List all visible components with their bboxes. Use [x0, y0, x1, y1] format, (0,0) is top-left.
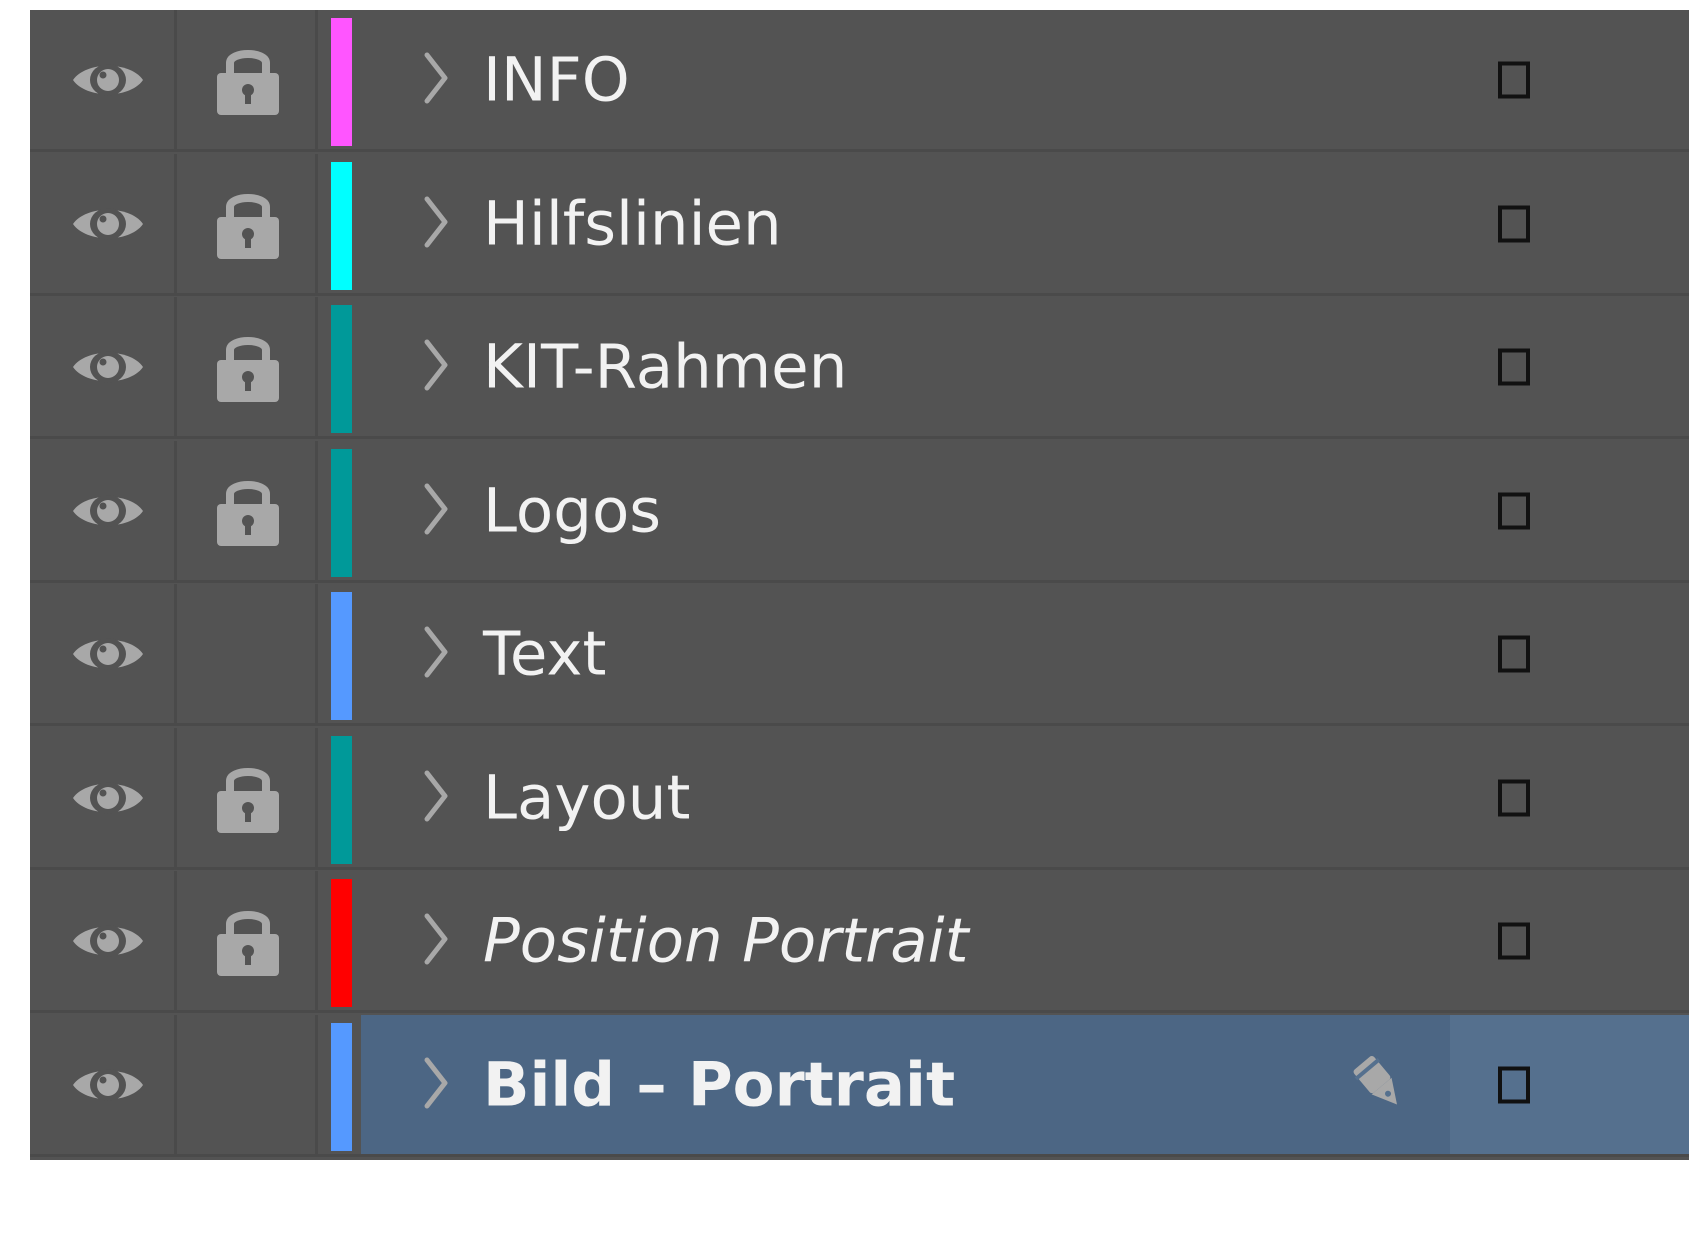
layer-name: Text	[483, 618, 607, 689]
layer-color-swatch	[331, 736, 352, 864]
layer-name-area[interactable]: Position Portrait	[361, 871, 1689, 1010]
layer-name-area[interactable]: Bild – Portrait	[361, 1015, 1689, 1154]
layer-row[interactable]: Text	[30, 584, 1689, 726]
target-column	[1450, 584, 1689, 723]
lock-toggle[interactable]	[180, 871, 318, 1010]
layer-row[interactable]: INFO	[30, 10, 1689, 152]
chevron-right-icon[interactable]	[421, 912, 451, 970]
chevron-right-icon[interactable]	[421, 769, 451, 827]
layer-name-area[interactable]: Logos	[361, 441, 1689, 580]
layer-name-area[interactable]: KIT-Rahmen	[361, 297, 1689, 436]
lock-toggle[interactable]	[180, 728, 318, 867]
chevron-right-icon[interactable]	[421, 195, 451, 253]
layer-name-area[interactable]: Layout	[361, 728, 1689, 867]
target-column	[1450, 1015, 1689, 1154]
square-target-icon[interactable]	[1498, 348, 1530, 385]
layer-color-swatch	[331, 879, 352, 1007]
layer-color-swatch	[331, 305, 352, 433]
square-target-icon[interactable]	[1498, 922, 1530, 959]
layer-row[interactable]: Bild – Portrait	[30, 1015, 1689, 1157]
square-target-icon[interactable]	[1498, 635, 1530, 672]
layer-name-area[interactable]: Text	[361, 584, 1689, 723]
layer-name: Logos	[483, 475, 662, 546]
layer-row[interactable]: Hilfslinien	[30, 154, 1689, 296]
layer-name: Bild – Portrait	[483, 1049, 956, 1120]
chevron-right-icon[interactable]	[421, 338, 451, 396]
visibility-toggle[interactable]	[42, 871, 177, 1010]
visibility-toggle[interactable]	[42, 728, 177, 867]
visibility-toggle[interactable]	[42, 584, 177, 723]
layer-color-swatch	[331, 1023, 352, 1151]
lock-toggle[interactable]	[180, 1015, 318, 1154]
visibility-toggle[interactable]	[42, 1015, 177, 1154]
target-column	[1450, 728, 1689, 867]
visibility-toggle[interactable]	[42, 154, 177, 293]
layer-row[interactable]: Position Portrait	[30, 871, 1689, 1013]
visibility-toggle[interactable]	[42, 10, 177, 149]
square-target-icon[interactable]	[1498, 61, 1530, 98]
layer-name: INFO	[483, 44, 630, 115]
layer-name: Position Portrait	[483, 905, 969, 976]
target-column	[1450, 297, 1689, 436]
visibility-toggle[interactable]	[42, 441, 177, 580]
chevron-right-icon[interactable]	[421, 625, 451, 683]
layer-name-area[interactable]: Hilfslinien	[361, 154, 1689, 293]
square-target-icon[interactable]	[1498, 1066, 1530, 1103]
layer-color-swatch	[331, 162, 352, 290]
lock-toggle[interactable]	[180, 584, 318, 723]
layer-row[interactable]: KIT-Rahmen	[30, 297, 1689, 439]
layer-name: Layout	[483, 762, 691, 833]
layer-name: Hilfslinien	[483, 188, 782, 259]
target-column	[1450, 441, 1689, 580]
layer-name-area[interactable]: INFO	[361, 10, 1689, 149]
lock-toggle[interactable]	[180, 154, 318, 293]
layer-row[interactable]: Layout	[30, 728, 1689, 870]
layer-color-swatch	[331, 18, 352, 146]
layer-row[interactable]: Logos	[30, 441, 1689, 583]
target-column	[1450, 871, 1689, 1010]
layer-color-swatch	[331, 592, 352, 720]
square-target-icon[interactable]	[1498, 205, 1530, 242]
square-target-icon[interactable]	[1498, 492, 1530, 529]
lock-toggle[interactable]	[180, 441, 318, 580]
target-column	[1450, 154, 1689, 293]
pen-icon	[1344, 1051, 1414, 1119]
chevron-right-icon[interactable]	[421, 51, 451, 109]
chevron-right-icon[interactable]	[421, 482, 451, 540]
square-target-icon[interactable]	[1498, 779, 1530, 816]
target-column	[1450, 10, 1689, 149]
lock-toggle[interactable]	[180, 297, 318, 436]
layer-name: KIT-Rahmen	[483, 331, 848, 402]
layers-panel: INFO Hilfslinien KIT-Rahmen Logos Text Layout…	[30, 10, 1689, 1160]
lock-toggle[interactable]	[180, 10, 318, 149]
chevron-right-icon[interactable]	[421, 1056, 451, 1114]
visibility-toggle[interactable]	[42, 297, 177, 436]
layer-color-swatch	[331, 449, 352, 577]
